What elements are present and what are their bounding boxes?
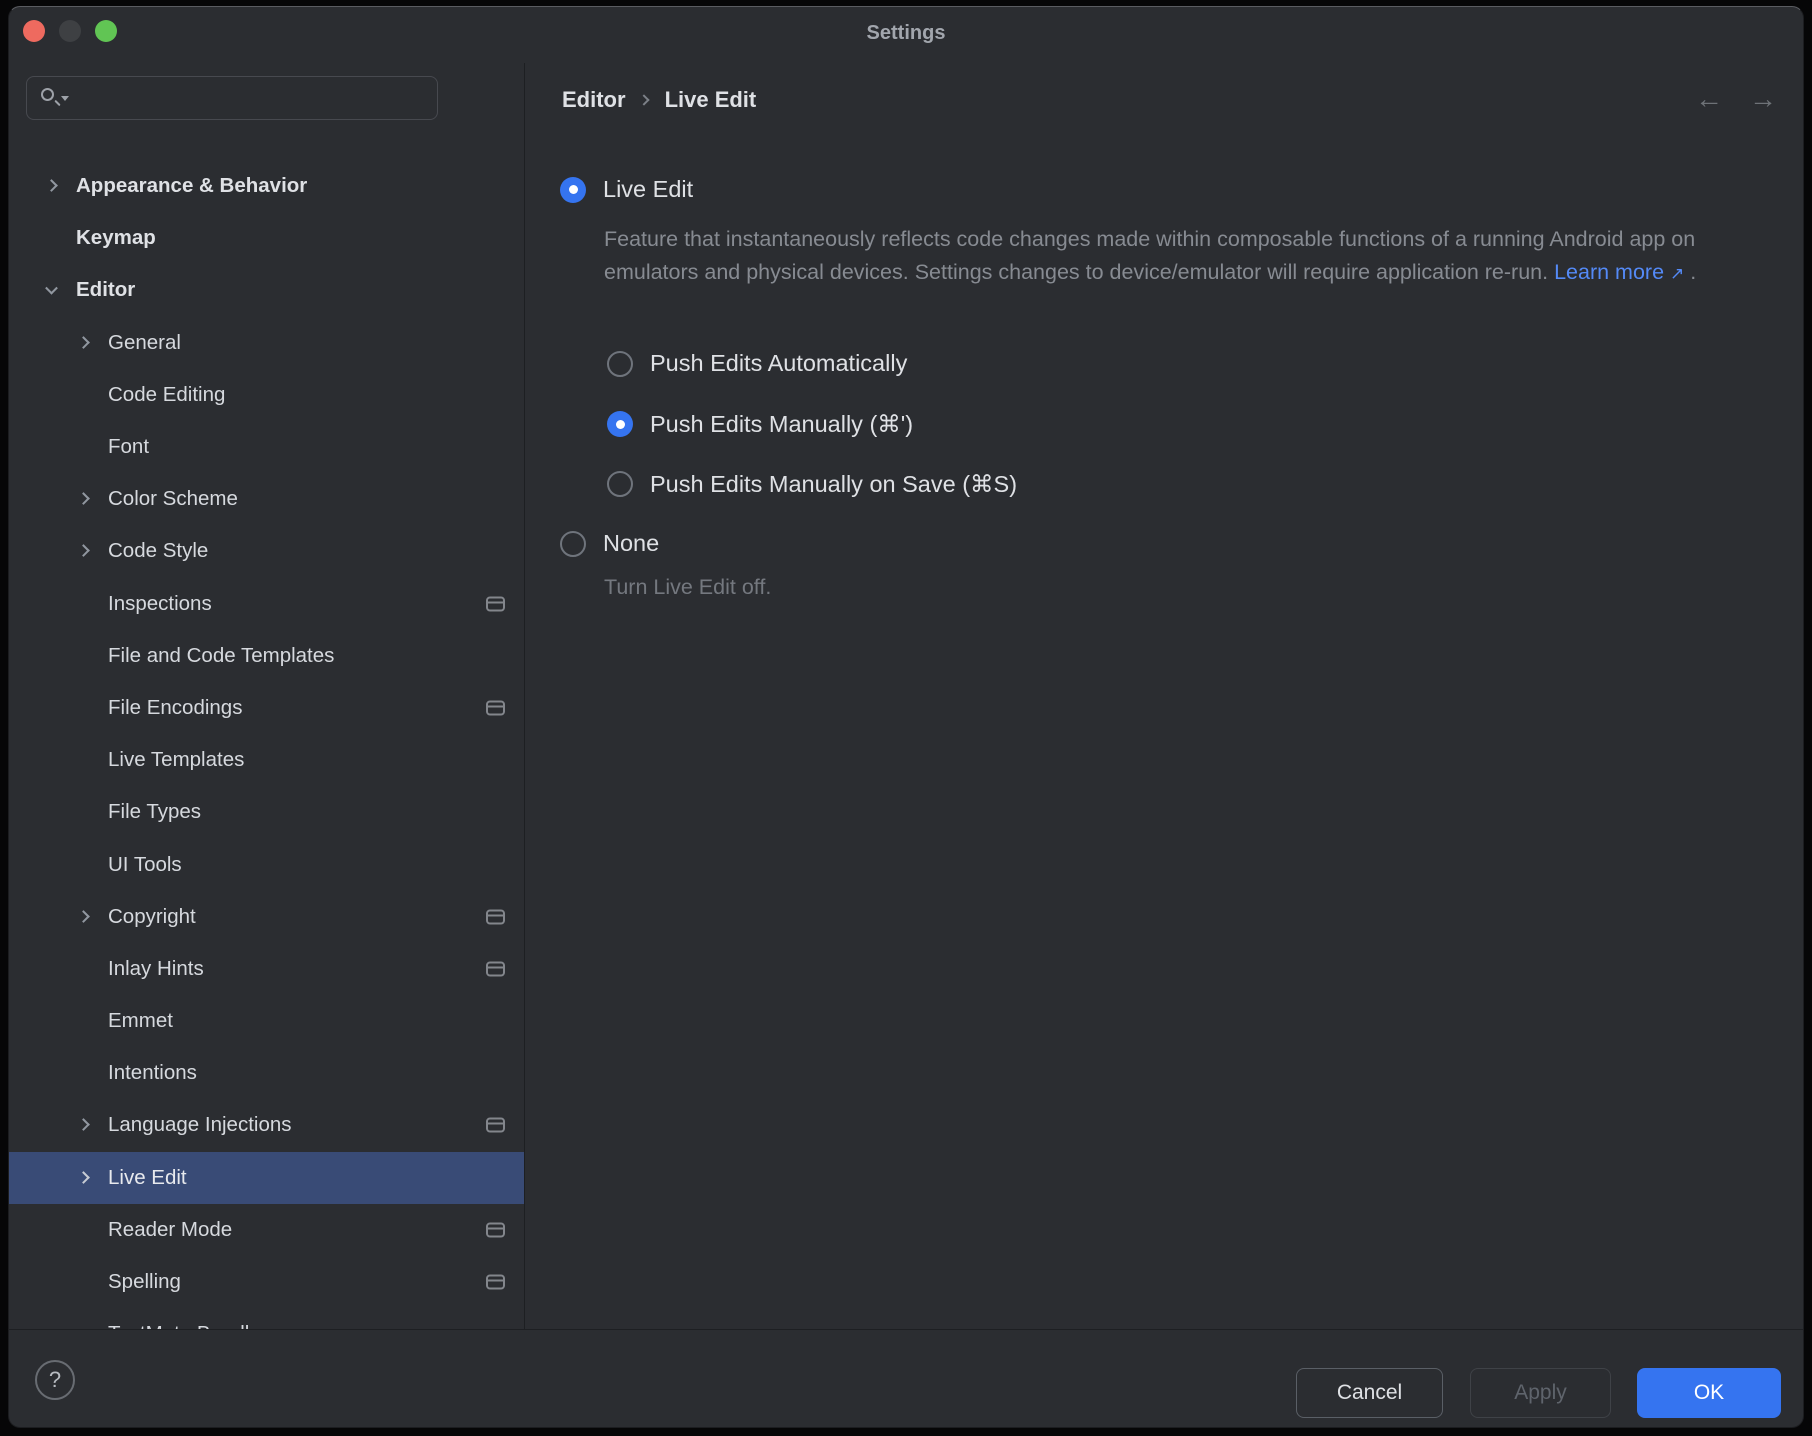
help-button[interactable]: ?	[35, 1360, 75, 1400]
sidebar-item-label: Live Templates	[108, 748, 244, 772]
sidebar-item-appearance-behavior[interactable]: Appearance & Behavior	[9, 160, 524, 212]
title-bar: Settings	[9, 7, 1803, 63]
settings-content: Editor Live Edit ← → Live Edit Feature t…	[526, 63, 1803, 1329]
chevron-down-icon[interactable]	[45, 282, 58, 295]
per-project-settings-icon	[486, 1118, 505, 1133]
sidebar-item-label: Inspections	[108, 592, 212, 616]
radio-push-edits-manually[interactable]: Push Edits Manually (⌘')	[607, 410, 913, 438]
per-project-settings-icon	[486, 596, 505, 611]
settings-tree: Appearance & Behavior Keymap Editor General…	[9, 160, 524, 1329]
per-project-settings-icon	[486, 700, 505, 715]
chevron-right-icon[interactable]	[77, 910, 90, 923]
sidebar-item-textmate-bundles[interactable]: TextMate Bundles	[9, 1308, 524, 1329]
sidebar-item-label: File and Code Templates	[108, 644, 334, 668]
search-input[interactable]	[65, 87, 437, 109]
sidebar-item-label: Keymap	[76, 226, 156, 250]
sidebar-item-label: Copyright	[108, 905, 196, 929]
radio-none[interactable]: None	[560, 530, 659, 557]
sidebar-item-label: Appearance & Behavior	[76, 174, 307, 198]
settings-sidebar: Appearance & Behavior Keymap Editor General…	[9, 63, 525, 1329]
sidebar-item-label: Reader Mode	[108, 1218, 232, 1242]
sidebar-item-reader-mode[interactable]: Reader Mode	[9, 1204, 524, 1256]
per-project-settings-icon	[486, 1275, 505, 1290]
sidebar-item-inspections[interactable]: Inspections	[9, 578, 524, 630]
sidebar-item-label: Color Scheme	[108, 487, 238, 511]
ok-button[interactable]: OK	[1637, 1368, 1781, 1418]
per-project-settings-icon	[486, 1222, 505, 1237]
breadcrumb-current: Live Edit	[665, 87, 757, 113]
sidebar-item-label: File Encodings	[108, 696, 242, 720]
sidebar-item-inlay-hints[interactable]: Inlay Hints	[9, 943, 524, 995]
breadcrumb: Editor Live Edit	[562, 87, 756, 113]
breadcrumb-separator-icon	[638, 94, 649, 105]
window-title: Settings	[9, 22, 1803, 45]
none-description: Turn Live Edit off.	[604, 575, 771, 600]
sidebar-item-live-edit[interactable]: Live Edit	[9, 1152, 524, 1204]
settings-dialog: Settings Appearance & Behavior Keymap Edit…	[8, 6, 1804, 1428]
sidebar-item-font[interactable]: Font	[9, 421, 524, 473]
sidebar-item-copyright[interactable]: Copyright	[9, 891, 524, 943]
radio-unselected-icon	[607, 351, 633, 377]
sidebar-item-label: TextMate Bundles	[108, 1322, 271, 1329]
sidebar-item-label: Intentions	[108, 1061, 197, 1085]
chevron-right-icon[interactable]	[45, 179, 58, 192]
sidebar-item-code-editing[interactable]: Code Editing	[9, 369, 524, 421]
sidebar-item-editor[interactable]: Editor	[9, 264, 524, 316]
question-mark-icon: ?	[49, 1367, 61, 1393]
live-edit-description: Feature that instantaneously reflects co…	[604, 223, 1729, 290]
radio-unselected-icon	[560, 531, 586, 557]
sidebar-item-intentions[interactable]: Intentions	[9, 1047, 524, 1099]
per-project-settings-icon	[486, 961, 505, 976]
sidebar-item-color-scheme[interactable]: Color Scheme	[9, 473, 524, 525]
dialog-footer: ? Cancel Apply OK	[9, 1329, 1803, 1427]
forward-arrow-icon[interactable]: →	[1749, 83, 1777, 115]
breadcrumb-parent[interactable]: Editor	[562, 87, 626, 113]
chevron-right-icon[interactable]	[77, 492, 90, 505]
sidebar-item-label: General	[108, 331, 181, 355]
sidebar-item-file-types[interactable]: File Types	[9, 786, 524, 838]
sidebar-item-label: Emmet	[108, 1009, 173, 1033]
sidebar-item-spelling[interactable]: Spelling	[9, 1256, 524, 1308]
sidebar-item-code-style[interactable]: Code Style	[9, 525, 524, 577]
sidebar-item-label: Inlay Hints	[108, 957, 204, 981]
radio-selected-icon	[607, 411, 633, 437]
sidebar-item-language-injections[interactable]: Language Injections	[9, 1099, 524, 1151]
sidebar-item-label: File Types	[108, 800, 201, 824]
sidebar-item-general[interactable]: General	[9, 317, 524, 369]
sidebar-item-emmet[interactable]: Emmet	[9, 995, 524, 1047]
chevron-right-icon[interactable]	[77, 336, 90, 349]
sidebar-item-label: Spelling	[108, 1270, 181, 1294]
external-link-icon: ↗	[1670, 264, 1684, 283]
back-arrow-icon[interactable]: ←	[1695, 83, 1723, 115]
chevron-right-icon[interactable]	[77, 1119, 90, 1132]
sidebar-item-file-encodings[interactable]: File Encodings	[9, 682, 524, 734]
apply-button[interactable]: Apply	[1470, 1368, 1611, 1418]
sidebar-item-label: Font	[108, 435, 149, 459]
sidebar-item-label: Code Editing	[108, 383, 225, 407]
sidebar-item-keymap[interactable]: Keymap	[9, 212, 524, 264]
sidebar-item-label: Editor	[76, 278, 135, 302]
chevron-right-icon[interactable]	[77, 545, 90, 558]
radio-push-edits-manually-on-save[interactable]: Push Edits Manually on Save (⌘S)	[607, 470, 1017, 498]
radio-live-edit-label: Live Edit	[603, 176, 693, 203]
sidebar-item-ui-tools[interactable]: UI Tools	[9, 838, 524, 890]
search-field[interactable]	[26, 76, 438, 120]
learn-more-link[interactable]: Learn more ↗	[1554, 260, 1684, 284]
search-icon[interactable]	[39, 85, 65, 111]
sidebar-item-label: Live Edit	[108, 1166, 187, 1190]
sidebar-item-label: Language Injections	[108, 1113, 292, 1137]
radio-selected-icon	[560, 177, 586, 203]
sidebar-item-file-and-code-templates[interactable]: File and Code Templates	[9, 630, 524, 682]
radio-live-edit[interactable]: Live Edit	[560, 176, 693, 203]
sidebar-item-label: Code Style	[108, 539, 208, 563]
sidebar-item-live-templates[interactable]: Live Templates	[9, 734, 524, 786]
radio-unselected-icon	[607, 471, 633, 497]
sidebar-item-label: UI Tools	[108, 853, 182, 877]
per-project-settings-icon	[486, 909, 505, 924]
cancel-button[interactable]: Cancel	[1296, 1368, 1443, 1418]
radio-push-edits-automatically[interactable]: Push Edits Automatically	[607, 350, 907, 377]
chevron-right-icon[interactable]	[77, 1171, 90, 1184]
